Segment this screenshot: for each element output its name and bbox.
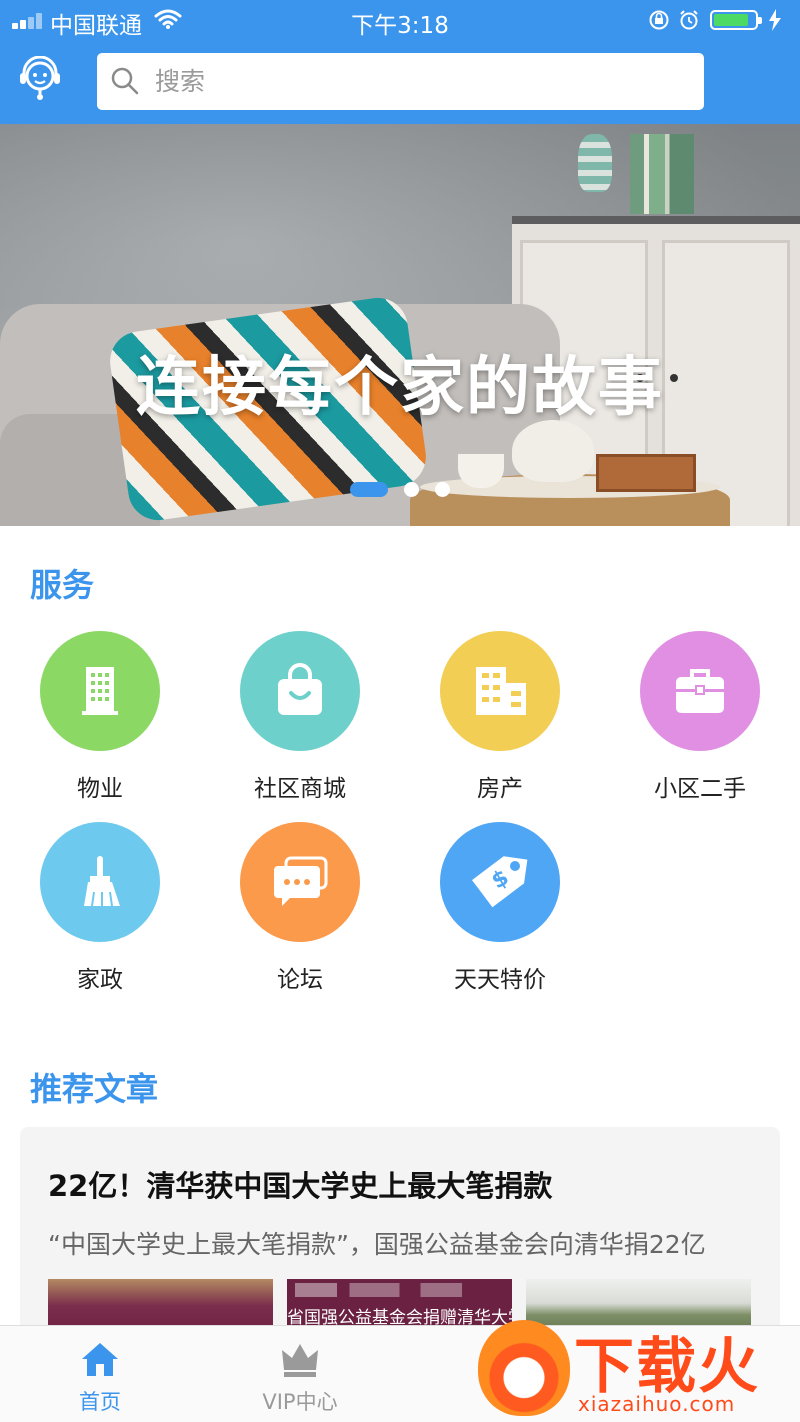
service-circle <box>40 631 160 751</box>
office-building-icon <box>476 667 526 715</box>
service-circle <box>240 631 360 751</box>
service-forum[interactable]: 论坛 <box>220 822 380 1002</box>
carousel-dot[interactable] <box>435 482 450 497</box>
article-title[interactable]: 22亿！清华获中国大学史上最大笔捐款 <box>48 1163 552 1205</box>
search-input[interactable] <box>155 61 675 101</box>
articles-title: 推荐文章 <box>30 1070 159 1108</box>
tab-label: VIP中心 <box>262 1390 338 1414</box>
service-label: 论坛 <box>277 967 323 993</box>
banner-books <box>630 134 694 214</box>
banner-teapot <box>512 420 594 482</box>
app-header: 中国联通 下午3:18 <box>0 0 800 124</box>
service-label: 物业 <box>77 776 123 802</box>
service-circle <box>640 631 760 751</box>
broom-icon <box>84 856 120 907</box>
app-screen: 中国联通 下午3:18 搜索 连接每个家的故事 服务 物业 社区商城 房产 小区… <box>0 0 800 1422</box>
home-icon <box>82 1343 118 1376</box>
banner-carousel[interactable]: 连接每个家的故事 <box>0 124 800 526</box>
service-property[interactable]: 物业 <box>20 631 180 811</box>
tab-vip-center[interactable]: VIP中心 <box>200 1326 400 1422</box>
price-tag-icon: $ <box>471 856 528 908</box>
alarm-icon <box>680 10 698 30</box>
banner-title: 连接每个家的故事 <box>136 351 664 425</box>
service-circle <box>40 822 160 942</box>
service-label: 社区商城 <box>254 776 346 802</box>
article-summary: “中国大学史上最大笔捐款”，国强公益基金会向清华捐22亿 <box>48 1230 706 1259</box>
tab-label: 首页 <box>79 1390 121 1414</box>
service-circle <box>440 631 560 751</box>
service-label: 房产 <box>477 776 523 802</box>
service-circle: $ <box>440 822 560 942</box>
battery-icon <box>710 10 762 30</box>
service-second-hand[interactable]: 小区二手 <box>620 631 780 811</box>
service-label: 小区二手 <box>654 776 746 802</box>
service-community-mall[interactable]: 社区商城 <box>220 631 380 811</box>
charging-icon <box>769 9 781 31</box>
orientation-lock-icon <box>649 10 669 30</box>
status-bar: 中国联通 下午3:18 <box>0 0 800 40</box>
carousel-dot-active[interactable] <box>350 482 388 497</box>
crown-icon <box>282 1344 318 1377</box>
status-right-icons <box>648 7 788 33</box>
battery-fill <box>714 14 748 26</box>
service-housekeeping[interactable]: 家政 <box>20 822 180 1002</box>
customer-service-icon[interactable] <box>16 56 64 102</box>
service-real-estate[interactable]: 房产 <box>420 631 580 811</box>
tab-home[interactable]: 首页 <box>0 1326 200 1422</box>
briefcase-icon <box>676 669 724 713</box>
carousel-dot[interactable] <box>404 482 419 497</box>
services-title: 服务 <box>30 566 95 604</box>
building-icon <box>82 667 118 715</box>
service-label: 家政 <box>77 967 123 993</box>
chat-bubbles-icon <box>274 856 328 906</box>
service-daily-deals[interactable]: $ 天天特价 <box>420 822 580 1002</box>
search-icon <box>111 67 139 95</box>
watermark-logo: 下载火 xiazaihuo.com <box>470 1312 800 1422</box>
service-circle <box>240 822 360 942</box>
watermark-url: xiazaihuo.com <box>578 1392 736 1416</box>
flame-logo-icon <box>478 1320 570 1416</box>
banner-vase <box>578 134 612 192</box>
search-bar[interactable] <box>97 53 704 110</box>
service-label: 天天特价 <box>454 967 546 993</box>
shopping-bag-icon <box>278 663 322 715</box>
